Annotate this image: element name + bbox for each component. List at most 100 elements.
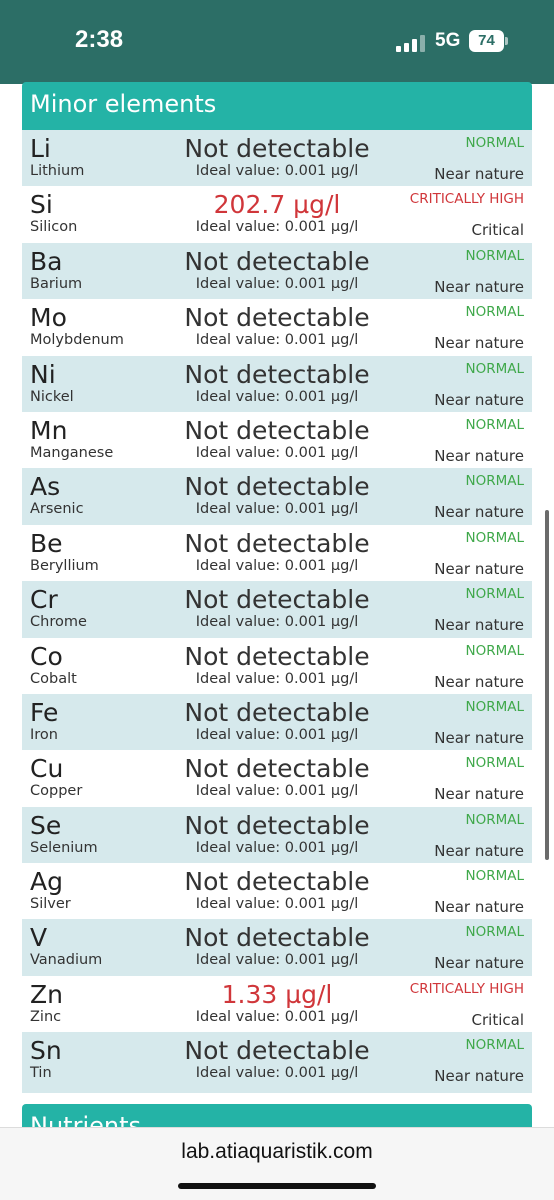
element-name: Nickel — [30, 388, 74, 405]
status-note: Near nature — [434, 785, 524, 804]
status-badge: NORMAL — [465, 304, 524, 321]
element-symbol: V — [30, 923, 48, 953]
status-badge: NORMAL — [465, 529, 524, 546]
measured-value: Not detectable — [184, 585, 370, 615]
ideal-value: Ideal value: 0.001 µg/l — [195, 726, 359, 743]
element-name: Vanadium — [30, 952, 103, 969]
element-symbol: Ag — [30, 867, 63, 897]
status-note: Near nature — [434, 277, 524, 296]
status-badge: NORMAL — [465, 135, 524, 151]
status-badge: NORMAL — [465, 360, 524, 377]
status-badge: NORMAL — [465, 1037, 524, 1054]
element-name: Cobalt — [30, 670, 77, 687]
element-symbol: Ni — [30, 359, 56, 389]
status-note: Near nature — [434, 559, 524, 578]
element-name: Beryllium — [30, 557, 99, 574]
element-symbol: Si — [30, 190, 53, 220]
measured-value: Not detectable — [184, 472, 370, 502]
signal-icon — [396, 34, 426, 52]
element-row-cobalt: Co Cobalt Not detectable Ideal value: 0.001… — [22, 637, 532, 694]
element-name: Barium — [30, 275, 83, 292]
ideal-value: Ideal value: 0.001 µg/l — [195, 275, 359, 292]
ideal-value: Ideal value: 0.001 µg/l — [195, 444, 359, 461]
element-symbol: Sn — [30, 1036, 62, 1066]
status-badge: CRITICALLY HIGH — [409, 980, 524, 997]
element-row-molybdenum: Mo Molybdenum Not detectable Ideal value: 0… — [22, 299, 532, 356]
element-row-nickel: Ni Nickel Not detectable Ideal value: 0.001… — [22, 355, 532, 412]
status-note: Near nature — [434, 954, 524, 973]
element-row-beryllium: Be Beryllium Not detectable Ideal value: 0.… — [22, 524, 532, 582]
measured-value: Not detectable — [184, 1036, 370, 1066]
ideal-value: Ideal value: 0.001 µg/l — [195, 614, 359, 631]
ideal-value: Ideal value: 0.001 µg/l — [195, 839, 359, 856]
element-name: Arsenic — [30, 501, 84, 518]
element-row-arsenic: As Arsenic Not detectable Ideal value: 0.00… — [22, 468, 532, 525]
element-name: Manganese — [30, 444, 114, 461]
ideal-value: Ideal value: 0.001 µg/l — [195, 1008, 359, 1025]
element-symbol: Cu — [30, 754, 64, 784]
element-symbol: As — [30, 472, 61, 502]
element-row-iron: Fe Iron Not detectable Ideal value: 0.001 µ… — [22, 693, 532, 751]
page: 2:38 5G 74 Minor elements Li Lithium Not d… — [0, 0, 554, 1200]
status-badge: NORMAL — [465, 473, 524, 490]
minor-elements-card: Minor elements Li Lithium Not detectable Id… — [22, 82, 532, 1093]
measured-value: 1.33 µg/l — [221, 979, 333, 1009]
element-list: Li Lithium Not detectable Ideal value: 0.00… — [22, 130, 532, 1089]
measured-value: Not detectable — [184, 754, 370, 784]
home-indicator[interactable] — [178, 1183, 376, 1189]
measured-value: Not detectable — [184, 923, 370, 953]
url-text[interactable]: lab.atiaquaristik.com — [0, 1140, 554, 1164]
status-note: Critical — [471, 1010, 524, 1029]
element-row-selenium: Se Selenium Not detectable Ideal value: 0.0… — [22, 806, 532, 864]
status-badge: NORMAL — [465, 416, 524, 433]
element-symbol: Cr — [30, 585, 58, 615]
measured-value: Not detectable — [184, 867, 370, 897]
ideal-value: Ideal value: 0.001 µg/l — [195, 896, 359, 913]
scrollbar[interactable] — [545, 510, 549, 860]
status-badge: NORMAL — [465, 698, 524, 715]
network-type: 5G — [435, 30, 461, 51]
element-symbol: Co — [30, 641, 63, 671]
element-name: Iron — [30, 726, 58, 743]
status-note: Near nature — [434, 165, 524, 183]
element-symbol: Be — [30, 528, 63, 558]
element-name: Molybdenum — [30, 332, 124, 349]
section-title: Minor elements — [22, 82, 532, 130]
element-row-barium: Ba Barium Not detectable Ideal value: 0.001… — [22, 242, 532, 300]
measured-value: Not detectable — [184, 641, 370, 671]
status-badge: CRITICALLY HIGH — [409, 191, 524, 208]
measured-value: Not detectable — [184, 415, 370, 445]
ideal-value: Ideal value: 0.001 µg/l — [195, 163, 359, 179]
element-row-silicon: Si Silicon 202.7 µg/l Ideal value: 0.001 µg… — [22, 186, 532, 243]
ideal-value: Ideal value: 0.001 µg/l — [195, 388, 359, 405]
element-symbol: Fe — [30, 697, 59, 727]
element-symbol: Mo — [30, 303, 67, 333]
battery-icon: 74 — [469, 30, 504, 52]
element-row-manganese: Mn Manganese Not detectable Ideal value: 0.… — [22, 411, 532, 469]
status-note: Critical — [471, 221, 524, 240]
status-bar: 2:38 5G 74 — [0, 0, 554, 84]
status-note: Near nature — [434, 1067, 524, 1086]
element-row-vanadium: V Vanadium Not detectable Ideal value: 0.00… — [22, 919, 532, 976]
status-note: Near nature — [434, 390, 524, 409]
ideal-value: Ideal value: 0.001 µg/l — [195, 557, 359, 574]
ideal-value: Ideal value: 0.001 µg/l — [195, 783, 359, 800]
status-badge: NORMAL — [465, 924, 524, 941]
status-note: Near nature — [434, 728, 524, 747]
element-name: Selenium — [30, 839, 98, 856]
measured-value: 202.7 µg/l — [213, 190, 341, 220]
ideal-value: Ideal value: 0.001 µg/l — [195, 1065, 359, 1082]
status-badge: NORMAL — [465, 247, 524, 264]
measured-value: Not detectable — [184, 697, 370, 727]
element-name: Chrome — [30, 614, 87, 631]
status-badge: NORMAL — [465, 642, 524, 659]
element-name: Silicon — [30, 219, 78, 236]
element-name: Copper — [30, 783, 83, 800]
status-note: Near nature — [434, 672, 524, 691]
battery-tip — [505, 37, 508, 45]
element-row-lithium: Li Lithium Not detectable Ideal value: 0.00… — [22, 130, 532, 187]
status-note: Near nature — [434, 898, 524, 917]
browser-url-bar[interactable]: lab.atiaquaristik.com — [0, 1127, 554, 1200]
status-badge: NORMAL — [465, 586, 524, 603]
status-note: Near nature — [434, 616, 524, 635]
